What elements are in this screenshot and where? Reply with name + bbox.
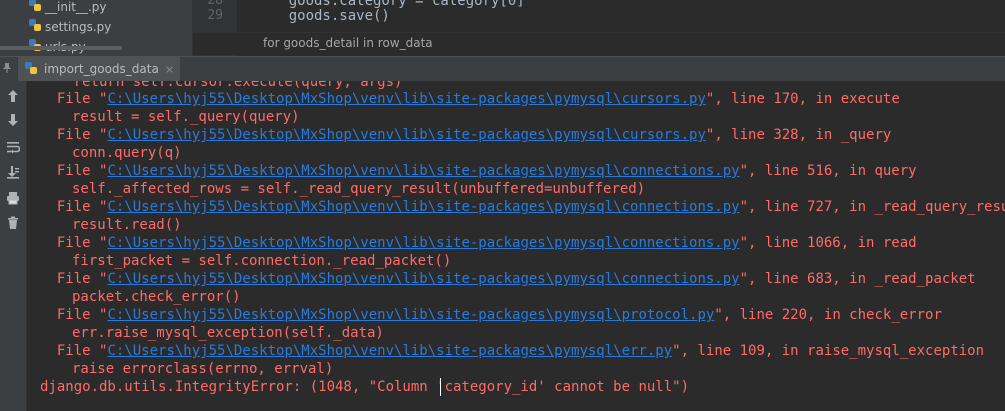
run-toolbar [0, 81, 27, 411]
code-line: goods.save() [255, 8, 390, 24]
traceback-code: conn.query(q) [72, 145, 182, 161]
traceback-code: result.read() [72, 217, 182, 233]
file-link[interactable]: C:\Users\hyj55\Desktop\MxShop\venv\lib\s… [107, 235, 739, 251]
soft-wrap-icon[interactable] [4, 138, 22, 156]
trash-icon[interactable] [4, 214, 22, 232]
file-link[interactable]: C:\Users\hyj55\Desktop\MxShop\venv\lib\s… [107, 343, 672, 359]
project-tree: __init__.py settings.py urls.py [0, 0, 193, 56]
frame-suffix: ", line 170, in execute [705, 91, 900, 107]
console-output[interactable]: return self.cursor.execute(query, args) … [27, 81, 1005, 411]
file-link[interactable]: C:\Users\hyj55\Desktop\MxShop\venv\lib\s… [107, 91, 705, 107]
up-arrow-icon[interactable] [4, 87, 22, 105]
frame-prefix: File " [40, 91, 108, 107]
line-number: 29 [207, 8, 223, 23]
tab-label: import_goods_data [44, 62, 159, 76]
tree-item-settings[interactable]: settings.py [28, 17, 111, 37]
traceback-frame: File "C:\Users\hyj55\Desktop\MxShop\venv… [40, 306, 942, 324]
tab-import-goods-data[interactable]: import_goods_data × [18, 57, 181, 81]
horizontal-scrollbar[interactable] [0, 46, 122, 50]
traceback-code: raise errorclass(errno, errval) [72, 361, 334, 377]
frame-suffix: ", line 727, in _read_query_result [739, 199, 1005, 215]
frame-prefix: File " [40, 127, 108, 143]
file-link[interactable]: C:\Users\hyj55\Desktop\MxShop\venv\lib\s… [107, 127, 705, 143]
frame-prefix: File " [40, 163, 108, 179]
python-file-icon [28, 18, 42, 38]
file-link[interactable]: C:\Users\hyj55\Desktop\MxShop\venv\lib\s… [107, 163, 739, 179]
exception-message: django.db.utils.IntegrityError: (1048, "… [40, 379, 690, 395]
print-icon[interactable] [4, 189, 22, 207]
top-area: __init__.py settings.py urls.py 28 29 go… [0, 0, 1005, 56]
pin-icon[interactable] [2, 62, 12, 77]
traceback-frame: File "C:\Users\hyj55\Desktop\MxShop\venv… [40, 234, 917, 252]
traceback-frame: File "C:\Users\hyj55\Desktop\MxShop\venv… [40, 90, 900, 108]
tree-item-init[interactable]: __init__.py [28, 0, 107, 17]
tree-item-label: __init__.py [45, 0, 107, 14]
file-link[interactable]: C:\Users\hyj55\Desktop\MxShop\venv\lib\s… [107, 307, 714, 323]
traceback-frame: File "C:\Users\hyj55\Desktop\MxShop\venv… [40, 342, 984, 360]
frame-suffix: ", line 109, in raise_mysql_exception [672, 343, 985, 359]
traceback-code: first_packet = self.connection._read_pac… [72, 253, 452, 269]
text-caret [440, 378, 441, 396]
traceback-frame: File "C:\Users\hyj55\Desktop\MxShop\venv… [40, 198, 1005, 216]
traceback-frame: File "C:\Users\hyj55\Desktop\MxShop\venv… [40, 270, 976, 288]
file-link[interactable]: C:\Users\hyj55\Desktop\MxShop\venv\lib\s… [107, 271, 739, 287]
frame-suffix: ", line 683, in _read_packet [739, 271, 976, 287]
python-file-icon [28, 0, 42, 18]
frame-suffix: ", line 516, in query [739, 163, 917, 179]
frame-prefix: File " [40, 307, 108, 323]
traceback-code: packet.check_error() [72, 289, 241, 305]
breadcrumb-label: for goods_detail in row_data [263, 36, 433, 50]
close-icon[interactable]: × [165, 63, 174, 76]
frame-prefix: File " [40, 271, 108, 287]
traceback-frame: File "C:\Users\hyj55\Desktop\MxShop\venv… [40, 126, 891, 144]
python-file-icon [24, 61, 38, 78]
frame-suffix: ", line 1066, in read [739, 235, 917, 251]
frame-prefix: File " [40, 199, 108, 215]
traceback-code: self._affected_rows = self._read_query_r… [72, 181, 646, 197]
frame-suffix: ", line 220, in check_error [714, 307, 942, 323]
traceback-code: result = self._query(query) [72, 109, 300, 125]
breadcrumb[interactable]: for goods_detail in row_data [193, 32, 1005, 55]
traceback-code: err.raise_mysql_exception(self._data) [72, 325, 384, 341]
run-tab-bar: import_goods_data × [0, 56, 1005, 82]
code-editor[interactable]: 28 29 goods.category = category[0] goods… [193, 0, 1005, 56]
scroll-to-end-icon[interactable] [4, 163, 22, 181]
tree-item-label: settings.py [45, 20, 112, 34]
frame-prefix: File " [40, 343, 108, 359]
frame-suffix: ", line 328, in _query [705, 127, 892, 143]
frame-prefix: File " [40, 235, 108, 251]
down-arrow-icon[interactable] [4, 111, 22, 129]
traceback-frame: File "C:\Users\hyj55\Desktop\MxShop\venv… [40, 162, 917, 180]
file-link[interactable]: C:\Users\hyj55\Desktop\MxShop\venv\lib\s… [107, 199, 739, 215]
